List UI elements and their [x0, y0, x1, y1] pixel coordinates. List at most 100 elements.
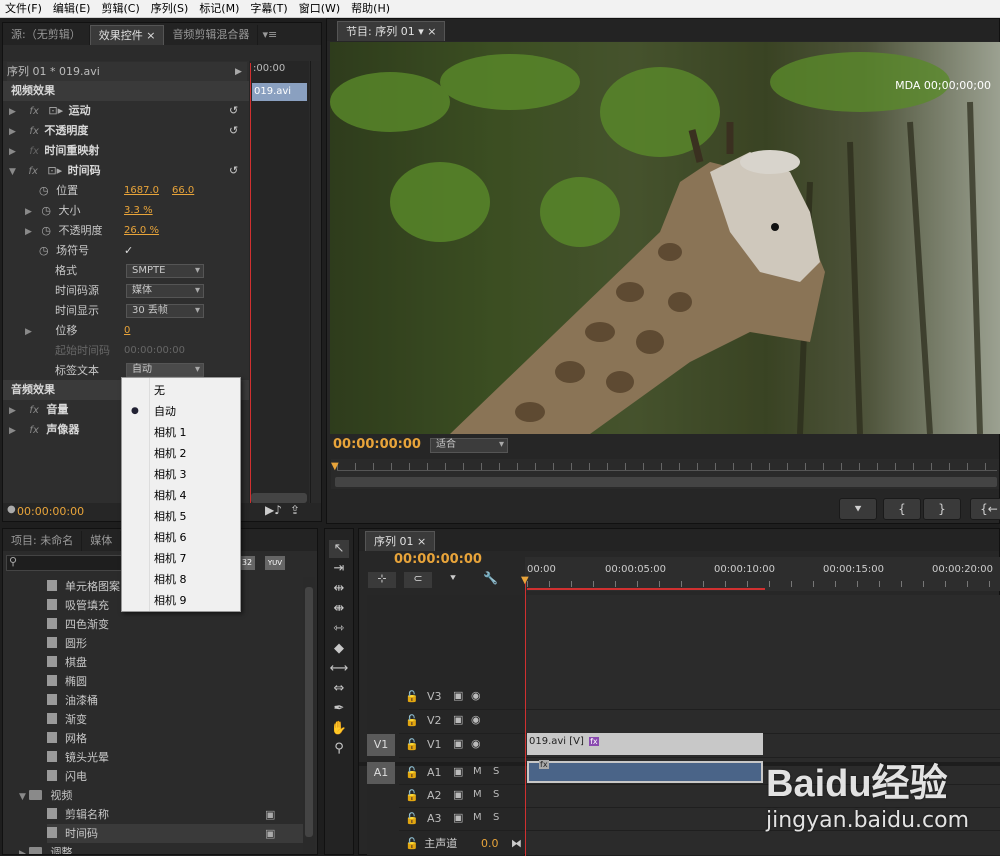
- size-value[interactable]: 3.3 %: [124, 201, 153, 221]
- tc-source-dropdown[interactable]: 媒体: [126, 284, 204, 298]
- panel-menu-icon[interactable]: ▾≡: [258, 25, 281, 45]
- tab-sequence[interactable]: 序列 01 ×: [365, 531, 436, 551]
- audio-clip[interactable]: fx: [527, 760, 763, 783]
- mark-out-button[interactable]: }: [923, 498, 961, 520]
- lock-icon[interactable]: 🔓: [405, 789, 419, 802]
- rolling-edit-tool-icon[interactable]: ⇼: [329, 600, 349, 618]
- snap-icon[interactable]: ⊹: [368, 572, 396, 588]
- fx-opacity-row[interactable]: ▶ fx 不透明度 ↺: [3, 121, 249, 141]
- label-menu-item[interactable]: 相机 9: [122, 590, 240, 611]
- link-icon[interactable]: ⊂: [404, 572, 432, 588]
- export-icon[interactable]: ⇪: [290, 503, 300, 517]
- 32-icon[interactable]: 32: [239, 556, 255, 570]
- tab-effect-controls[interactable]: 效果控件 ×: [89, 25, 165, 45]
- folder-adjust[interactable]: ▶ 调整: [19, 843, 72, 854]
- label-menu-item[interactable]: 相机 6: [122, 527, 240, 548]
- collapse-triangle-icon[interactable]: ▼: [9, 167, 16, 177]
- expand-triangle-icon[interactable]: ▶: [9, 426, 16, 436]
- tab-source[interactable]: 源:（无剪辑）: [3, 25, 90, 45]
- position-y-value[interactable]: 66.0: [172, 181, 194, 201]
- toggle-output-icon[interactable]: ▣: [453, 811, 463, 824]
- effect-list-item[interactable]: 四色渐变: [47, 615, 109, 634]
- menu-title[interactable]: 字幕(T): [245, 0, 293, 18]
- menu-sequence[interactable]: 序列(S): [146, 0, 195, 18]
- effect-list-item[interactable]: 镜头光晕: [47, 748, 109, 767]
- label-menu-item[interactable]: 相机 5: [122, 506, 240, 527]
- program-timecode[interactable]: 00:00:00:00: [333, 437, 421, 452]
- scrollbar-thumb[interactable]: [305, 587, 313, 837]
- mute-button[interactable]: M: [473, 789, 482, 800]
- tab-media[interactable]: 媒体: [82, 531, 122, 551]
- field-symbol-checkbox[interactable]: ✓: [124, 241, 133, 261]
- source-patch-v1[interactable]: V1: [367, 734, 395, 756]
- label-menu-item[interactable]: 相机 8: [122, 569, 240, 590]
- fit-dropdown[interactable]: 适合: [430, 438, 508, 453]
- stopwatch-icon[interactable]: ◷: [39, 184, 49, 197]
- label-text-dropdown[interactable]: 自动: [126, 363, 204, 377]
- folder-video[interactable]: ▼ 视频: [19, 786, 72, 805]
- effect-list-item[interactable]: 油漆桶: [47, 691, 98, 710]
- expand-triangle-icon[interactable]: ▶: [19, 849, 26, 854]
- menu-marker[interactable]: 标记(M): [194, 0, 245, 18]
- opacity2-value[interactable]: 26.0 %: [124, 221, 159, 241]
- playhead-handle-icon[interactable]: ▼: [521, 575, 529, 586]
- pen-tool-icon[interactable]: ✒: [329, 700, 349, 718]
- menu-file[interactable]: 文件(F): [0, 0, 48, 18]
- menu-help[interactable]: 帮助(H): [346, 0, 396, 18]
- toggle-output-icon[interactable]: ▣: [453, 689, 463, 702]
- eye-icon[interactable]: ◉: [471, 713, 481, 726]
- slip-tool-icon[interactable]: ⟷: [329, 660, 349, 678]
- expand-triangle-icon[interactable]: ▶: [9, 147, 16, 157]
- expand-triangle-icon[interactable]: ▶: [25, 327, 32, 337]
- playhead-marker-icon[interactable]: ▼: [331, 461, 339, 472]
- effect-list-item[interactable]: 时间码 ▣: [47, 824, 303, 843]
- reset-icon[interactable]: ↺: [229, 161, 238, 181]
- stopwatch-icon[interactable]: ◷: [41, 224, 51, 237]
- offset-value[interactable]: 0: [124, 321, 130, 341]
- expand-triangle-icon[interactable]: ▶: [25, 207, 32, 217]
- label-menu-item[interactable]: 相机 2: [122, 443, 240, 464]
- position-x-value[interactable]: 1687.0: [124, 181, 159, 201]
- lock-icon[interactable]: 🔓: [405, 738, 419, 751]
- tab-audio-mixer[interactable]: 音频剪辑混合器: [164, 25, 259, 45]
- play-arrow-icon[interactable]: ▶: [235, 62, 242, 82]
- ripple-edit-tool-icon[interactable]: ⇹: [329, 580, 349, 598]
- solo-button[interactable]: S: [493, 789, 499, 800]
- collapse-triangle-icon[interactable]: ▼: [19, 792, 26, 802]
- menu-edit[interactable]: 编辑(E): [48, 0, 97, 18]
- fx-motion-row[interactable]: ▶ fx ⊡▸ 运动 ↺: [3, 101, 249, 121]
- add-marker-button[interactable]: ⯆: [839, 498, 877, 520]
- footer-timecode[interactable]: 00:00:00:00: [17, 505, 84, 518]
- program-scrollbar[interactable]: [335, 477, 997, 487]
- play-audio-icon[interactable]: ▶♪: [265, 503, 282, 517]
- effect-list-item[interactable]: 网格: [47, 729, 87, 748]
- eye-icon[interactable]: ◉: [471, 689, 481, 702]
- program-ruler[interactable]: ▼: [331, 459, 999, 489]
- stopwatch-icon[interactable]: ◷: [39, 244, 49, 257]
- toggle-output-icon[interactable]: ▣: [453, 713, 463, 726]
- label-menu-item[interactable]: 相机 1: [122, 422, 240, 443]
- eye-icon[interactable]: ◉: [471, 737, 481, 750]
- expand-triangle-icon[interactable]: ▶: [9, 406, 16, 416]
- mute-button[interactable]: M: [473, 812, 482, 823]
- label-menu-item[interactable]: 无: [122, 380, 240, 401]
- effect-list-item[interactable]: 渐变: [47, 710, 87, 729]
- tab-dropdown-icon[interactable]: ▾: [418, 25, 424, 38]
- menu-window[interactable]: 窗口(W): [294, 0, 346, 18]
- solo-button[interactable]: S: [493, 812, 499, 823]
- lock-icon[interactable]: 🔓: [405, 714, 419, 727]
- fx-timecode-row[interactable]: ▼ fx ⊡▸ 时间码 ↺: [3, 161, 249, 181]
- label-menu-item[interactable]: 相机 4: [122, 485, 240, 506]
- zoom-tool-icon[interactable]: ⚲: [329, 740, 349, 758]
- tc-display-dropdown[interactable]: 30 丢帧: [126, 304, 204, 318]
- mark-in-button[interactable]: {: [883, 498, 921, 520]
- format-dropdown[interactable]: SMPTE: [126, 264, 204, 278]
- effect-list-item[interactable]: 椭圆: [47, 672, 87, 691]
- yuv-icon[interactable]: YUV: [265, 556, 285, 570]
- track-select-tool-icon[interactable]: ⇥: [329, 560, 349, 578]
- effect-list-item[interactable]: 圆形: [47, 634, 87, 653]
- close-icon[interactable]: ×: [146, 29, 155, 42]
- stopwatch-icon[interactable]: ◷: [41, 204, 51, 217]
- work-area-bar[interactable]: [527, 588, 765, 590]
- vertical-scrollbar[interactable]: [310, 61, 320, 516]
